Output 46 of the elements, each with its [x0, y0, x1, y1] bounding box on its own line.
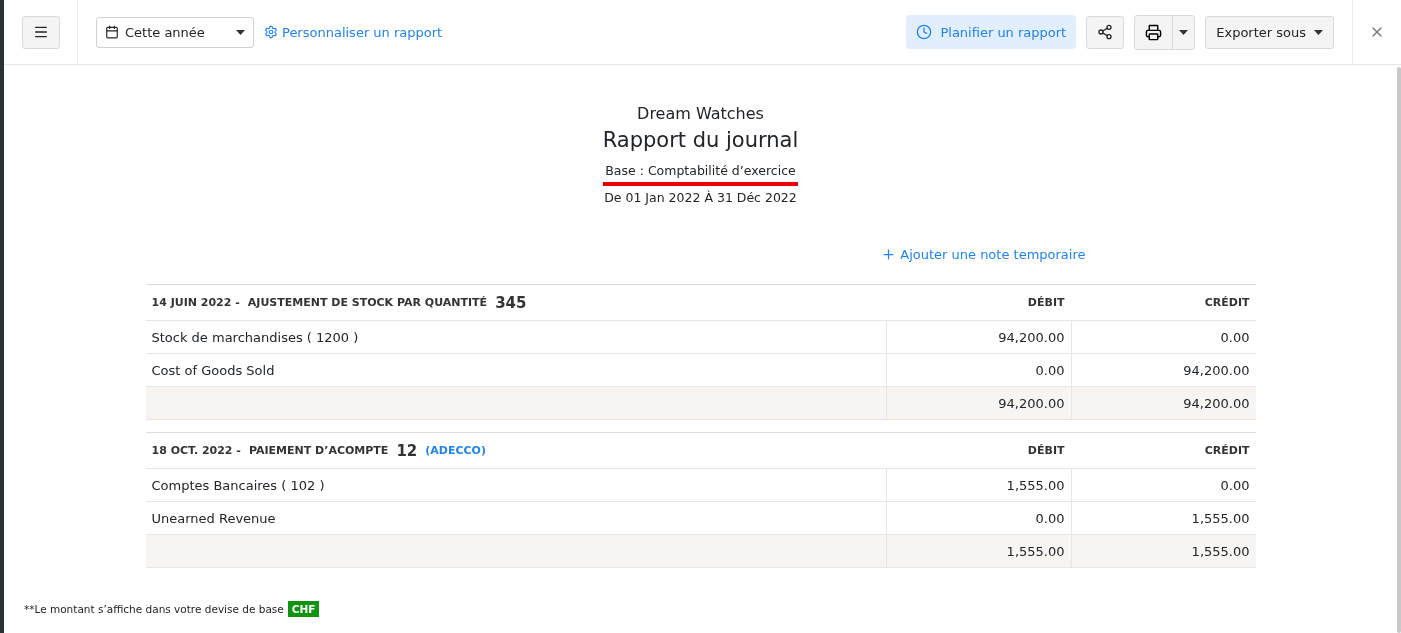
- plus-icon: [881, 247, 897, 262]
- company-name: Dream Watches: [637, 103, 764, 125]
- total-debit-cell: 94,200.00: [885, 387, 1071, 420]
- entry-date: 18 OCT. 2022 -: [151, 444, 241, 457]
- column-header: CRÉDIT: [1070, 433, 1256, 469]
- credit-cell: 0.00: [1070, 469, 1256, 502]
- entry-date: 14 JUIN 2022 -: [151, 296, 240, 309]
- caret-icon: [1179, 29, 1189, 35]
- account-cell: Stock de marchandises ( 1200 ): [145, 321, 886, 354]
- report-title: Rapport du journal: [602, 127, 799, 154]
- export-button[interactable]: Exporter sous: [1205, 15, 1334, 49]
- entry-type: PAIEMENT D’ACOMPTE: [248, 444, 389, 457]
- schedule-report-button[interactable]: Planifier un rapport: [906, 15, 1077, 49]
- column-header: DÉBIT: [885, 285, 1071, 321]
- footnote-text: **Le montant s’affiche dans votre devise de base: [24, 603, 284, 615]
- credit-cell: 0.00: [1070, 321, 1256, 354]
- scrollbar[interactable]: [1397, 67, 1401, 633]
- menu-button[interactable]: [21, 15, 60, 49]
- currency-badge: CHF: [287, 601, 320, 617]
- caret-icon: [236, 29, 245, 35]
- customize-report-link[interactable]: Personnaliser un rapport: [264, 24, 443, 40]
- report-date-range: De 01 Jan 2022 À 31 Déc 2022: [604, 190, 797, 205]
- share-icon: [1097, 24, 1114, 40]
- report-basis: Base : Comptabilité d’exercice: [603, 163, 798, 186]
- column-header: DÉBIT: [885, 433, 1071, 469]
- entry-number: 12: [396, 441, 418, 460]
- share-button[interactable]: [1086, 15, 1125, 49]
- add-note-link[interactable]: Ajouter une note temporaire: [881, 247, 1086, 262]
- debit-cell: 1,555.00: [885, 469, 1071, 502]
- period-value: Cette année: [125, 24, 205, 40]
- entry-number: 345: [495, 293, 527, 312]
- period-dropdown[interactable]: Cette année: [96, 16, 254, 48]
- debit-cell: 94,200.00: [885, 321, 1071, 354]
- caret-icon: [1314, 29, 1323, 35]
- total-credit-cell: 94,200.00: [1070, 387, 1256, 420]
- account-cell: Comptes Bancaires ( 102 ): [145, 469, 886, 502]
- entry-type: AJUSTEMENT DE STOCK PAR QUANTITÉ: [247, 296, 488, 309]
- contact-link[interactable]: (ADECCO): [425, 444, 486, 457]
- settings-icon: [264, 25, 278, 39]
- total-debit-cell: 1,555.00: [885, 535, 1071, 568]
- printer-icon: [1145, 23, 1163, 41]
- calendar-icon: [105, 25, 119, 39]
- clock-icon: [916, 24, 933, 40]
- column-header: CRÉDIT: [1070, 285, 1256, 321]
- menu-icon: [32, 24, 49, 40]
- total-credit-cell: 1,555.00: [1070, 535, 1256, 568]
